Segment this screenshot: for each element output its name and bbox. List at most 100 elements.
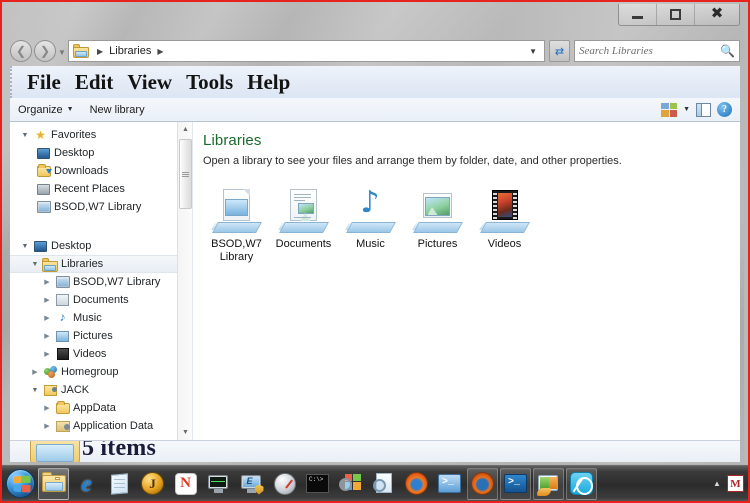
- sidebar-item-appdata[interactable]: ▶ AppData: [10, 399, 192, 417]
- library-tile-bsod-w7[interactable]: BSOD,W7 Library: [203, 185, 270, 264]
- refresh-button[interactable]: ⇄: [549, 40, 570, 62]
- show-hidden-icons-arrow-icon[interactable]: ▲: [710, 479, 724, 488]
- recent-locations-button[interactable]: ▼: [56, 45, 68, 57]
- taskbar-command-prompt[interactable]: [302, 468, 333, 500]
- tray-malwarebytes[interactable]: M: [727, 475, 744, 492]
- sidebar-item-recent-places[interactable]: Recent Places: [10, 180, 192, 198]
- search-box[interactable]: Search Libraries 🔍: [574, 40, 740, 62]
- taskbar-notepad[interactable]: [104, 468, 135, 500]
- search-input[interactable]: Search Libraries: [579, 45, 720, 57]
- taskbar-task-manager[interactable]: [203, 468, 234, 500]
- scroll-down-arrow-icon[interactable]: ▼: [178, 425, 192, 440]
- preview-pane-icon[interactable]: [696, 102, 711, 117]
- sidebar-item-jack[interactable]: ▼ JACK: [10, 381, 192, 399]
- taskbar-performance[interactable]: [269, 468, 300, 500]
- address-bar: ❮ ❯ ▼ ▶ Libraries ▶ ▼ ⇄ Search Libraries…: [2, 38, 748, 64]
- taskbar-windows-explorer[interactable]: [38, 467, 69, 500]
- sidebar-item-pictures[interactable]: ▶ Pictures: [10, 327, 192, 345]
- expander-closed-icon[interactable]: ▶: [40, 296, 54, 304]
- sidebar-item-label: Downloads: [54, 165, 109, 177]
- sidebar-item-music[interactable]: ▶ ♪ Music: [10, 309, 192, 327]
- taskbar-powershell[interactable]: [434, 468, 465, 500]
- library-tile-music[interactable]: ♪ Music: [337, 185, 404, 264]
- start-button[interactable]: [3, 468, 37, 500]
- scrollbar-thumb[interactable]: [179, 139, 192, 209]
- expander-closed-icon[interactable]: ▶: [40, 350, 54, 358]
- taskbar-jdownloader[interactable]: J: [137, 468, 168, 500]
- scroll-up-arrow-icon[interactable]: ▲: [178, 122, 192, 137]
- expander-closed-icon[interactable]: ▶: [28, 368, 42, 376]
- expander-open-icon[interactable]: ▼: [28, 261, 42, 268]
- sidebar-item-label: Music: [73, 312, 102, 324]
- maximize-button[interactable]: [657, 4, 695, 25]
- sidebar-item-libraries[interactable]: ▼ Libraries: [10, 255, 192, 273]
- sidebar-item-homegroup[interactable]: ▶ Homegroup: [10, 363, 192, 381]
- sidebar-item-favorites[interactable]: ▼ ★ Favorites: [10, 126, 192, 144]
- menu-item-file[interactable]: File: [20, 71, 68, 93]
- library-tile-label: Pictures: [417, 238, 458, 250]
- menu-item-edit[interactable]: Edit: [68, 71, 121, 93]
- taskbar-powershell-window[interactable]: [500, 467, 531, 500]
- taskbar-firefox-window[interactable]: [467, 467, 498, 500]
- sidebar-item-videos[interactable]: ▶ Videos: [10, 345, 192, 363]
- notepad-icon: [108, 472, 132, 496]
- breadcrumb-libraries[interactable]: Libraries: [109, 45, 151, 57]
- forward-button[interactable]: ❯: [34, 40, 56, 62]
- status-bar: 5 items: [10, 441, 740, 462]
- sidebar-item-downloads[interactable]: Downloads: [10, 162, 192, 180]
- library-tile-documents[interactable]: Documents: [270, 185, 337, 264]
- taskbar-live-mail[interactable]: [533, 467, 564, 500]
- expander-closed-icon[interactable]: ▶: [40, 278, 54, 286]
- menu-item-tools[interactable]: Tools: [179, 71, 240, 93]
- taskbar-msconfig[interactable]: [236, 468, 267, 500]
- sidebar-item-desktop-root[interactable]: ▼ Desktop: [10, 237, 192, 255]
- homegroup-icon: [42, 366, 59, 378]
- taskbar-magnifier[interactable]: [368, 468, 399, 500]
- star-icon: ★: [35, 128, 46, 142]
- expander-closed-icon[interactable]: ▶: [40, 314, 54, 322]
- taskbar-nero[interactable]: N: [170, 468, 201, 500]
- help-icon[interactable]: ?: [717, 102, 732, 117]
- sidebar-item-documents[interactable]: ▶ Documents: [10, 291, 192, 309]
- library-icon: [35, 201, 52, 213]
- command-toolbar: Organize ▼ New library ▼ ?: [10, 98, 740, 122]
- view-layout-icon[interactable]: [661, 102, 678, 117]
- refresh-icon: ⇄: [554, 45, 565, 58]
- expander-closed-icon[interactable]: ▶: [40, 332, 54, 340]
- breadcrumb-bar[interactable]: ▶ Libraries ▶ ▼: [68, 40, 545, 62]
- sidebar-item-application-data[interactable]: ▶ Application Data: [10, 417, 192, 435]
- close-button[interactable]: ✖: [695, 4, 739, 25]
- taskbar-zoomit[interactable]: [566, 467, 597, 500]
- breadcrumb-separator-icon[interactable]: ▶: [151, 47, 169, 56]
- minimize-button[interactable]: [619, 4, 657, 25]
- sidebar-item-label: BSOD,W7 Library: [73, 276, 161, 288]
- library-tile-pictures[interactable]: Pictures: [404, 185, 471, 264]
- address-dropdown-button[interactable]: ▼: [529, 47, 540, 56]
- menu-item-help[interactable]: Help: [240, 71, 297, 93]
- library-tile-videos[interactable]: Videos: [471, 185, 538, 264]
- expander-closed-icon[interactable]: ▶: [40, 404, 54, 412]
- scrollbar-grip-icon: [182, 171, 189, 177]
- expander-open-icon[interactable]: ▼: [18, 132, 32, 139]
- sidebar-item-bsod-w7-library-fav[interactable]: BSOD,W7 Library: [10, 198, 192, 216]
- expander-open-icon[interactable]: ▼: [28, 387, 42, 394]
- content-pane[interactable]: Libraries Open a library to see your fil…: [193, 122, 740, 440]
- expander-open-icon[interactable]: ▼: [18, 243, 32, 250]
- menu-item-view[interactable]: View: [120, 71, 179, 93]
- back-button[interactable]: ❮: [10, 40, 32, 62]
- sidebar-item-desktop[interactable]: Desktop: [10, 144, 192, 162]
- chevron-down-icon[interactable]: ▼: [683, 106, 690, 113]
- sidebar-item-bsod-w7-library[interactable]: ▶ BSOD,W7 Library: [10, 273, 192, 291]
- new-library-button[interactable]: New library: [82, 104, 153, 116]
- library-tile-label: Documents: [275, 238, 332, 250]
- minimize-icon: [632, 16, 643, 19]
- expander-closed-icon[interactable]: ▶: [40, 422, 54, 430]
- taskbar-windows-search[interactable]: [335, 468, 366, 500]
- navigation-pane-scrollbar[interactable]: ▲ ▼: [177, 122, 192, 440]
- taskbar-internet-explorer[interactable]: e: [71, 468, 102, 500]
- organize-button[interactable]: Organize ▼: [10, 104, 82, 116]
- monitor-icon: [35, 147, 52, 159]
- taskbar-firefox[interactable]: [401, 468, 432, 500]
- new-library-label: New library: [89, 103, 145, 116]
